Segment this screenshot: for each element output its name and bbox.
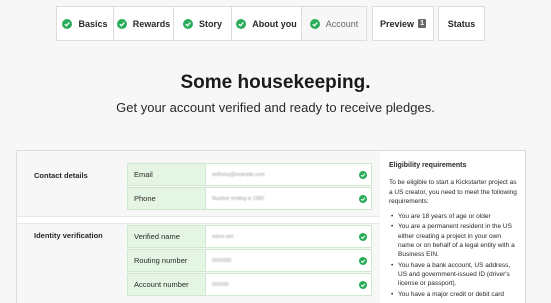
verified-name-label: Verified name (128, 226, 206, 247)
tab-label: Story (198, 18, 222, 29)
page-title: Some housekeeping. (180, 72, 371, 93)
eligibility-panel: Eligibility requirements To be eligible … (389, 161, 517, 300)
tab-label: Preview (379, 18, 415, 29)
check-circle-icon (236, 18, 247, 29)
tab-label: About you (252, 18, 297, 29)
check-circle-icon (359, 256, 367, 265)
verified-name-value: name ism (212, 233, 234, 240)
check-circle-icon (182, 18, 193, 29)
verified-name-field[interactable]: Verified name name ism (127, 225, 372, 248)
eligibility-item: You have a major credit or debit card (389, 290, 517, 300)
account-number-field[interactable]: Account number 000000 (127, 273, 372, 296)
identity-section-label: Identity verification (34, 231, 103, 240)
tab-rewards[interactable]: Rewards (113, 6, 174, 41)
tab-preview[interactable]: Preview 1 (372, 6, 434, 41)
contact-section-label: Contact details (34, 171, 88, 180)
phone-field[interactable]: Phone Number ending in 1580 (127, 187, 372, 210)
check-circle-icon (309, 18, 320, 29)
account-number-value: 000000 (212, 281, 229, 288)
check-circle-icon (359, 170, 367, 179)
tab-account[interactable]: Account (301, 6, 367, 41)
eligibility-item: You are a permanent resident in the US e… (389, 222, 517, 259)
check-circle-icon (359, 280, 367, 289)
phone-field-value: Number ending in 1580 (212, 195, 264, 202)
tab-label: Account (325, 18, 359, 29)
tab-label: Status (447, 18, 476, 29)
routing-number-field[interactable]: Routing number 0000000 (127, 249, 372, 272)
phone-field-label: Phone (128, 188, 206, 209)
tab-about-you[interactable]: About you (231, 6, 302, 41)
page-subtitle: Get your account verified and ready to r… (116, 100, 435, 115)
eligibility-item: You are 18 years of age or older (389, 212, 517, 222)
account-number-label: Account number (128, 274, 206, 295)
check-circle-icon (62, 18, 73, 29)
tab-label: Basics (78, 18, 108, 29)
tab-status[interactable]: Status (438, 6, 485, 41)
eligibility-list: You are 18 years of age or older You are… (389, 212, 517, 299)
preview-count-badge: 1 (418, 19, 427, 28)
check-circle-icon (116, 18, 127, 29)
email-field-value: anthony@example.com (212, 171, 265, 178)
eligibility-title: Eligibility requirements (389, 162, 467, 169)
eligibility-item: You have a bank account, US address, US … (389, 261, 517, 289)
tab-label: Rewards (132, 18, 171, 29)
routing-number-value: 0000000 (212, 257, 232, 264)
eligibility-intro: To be eligible to start a Kickstarter pr… (389, 179, 517, 205)
tab-basics[interactable]: Basics (56, 6, 114, 41)
email-field[interactable]: Email anthony@example.com (127, 163, 372, 186)
tab-story[interactable]: Story (173, 6, 232, 41)
check-circle-icon (359, 194, 367, 203)
email-field-label: Email (128, 164, 206, 185)
check-circle-icon (359, 232, 367, 241)
account-card: Contact details Email anthony@example.co… (16, 150, 526, 303)
routing-number-label: Routing number (128, 250, 206, 271)
